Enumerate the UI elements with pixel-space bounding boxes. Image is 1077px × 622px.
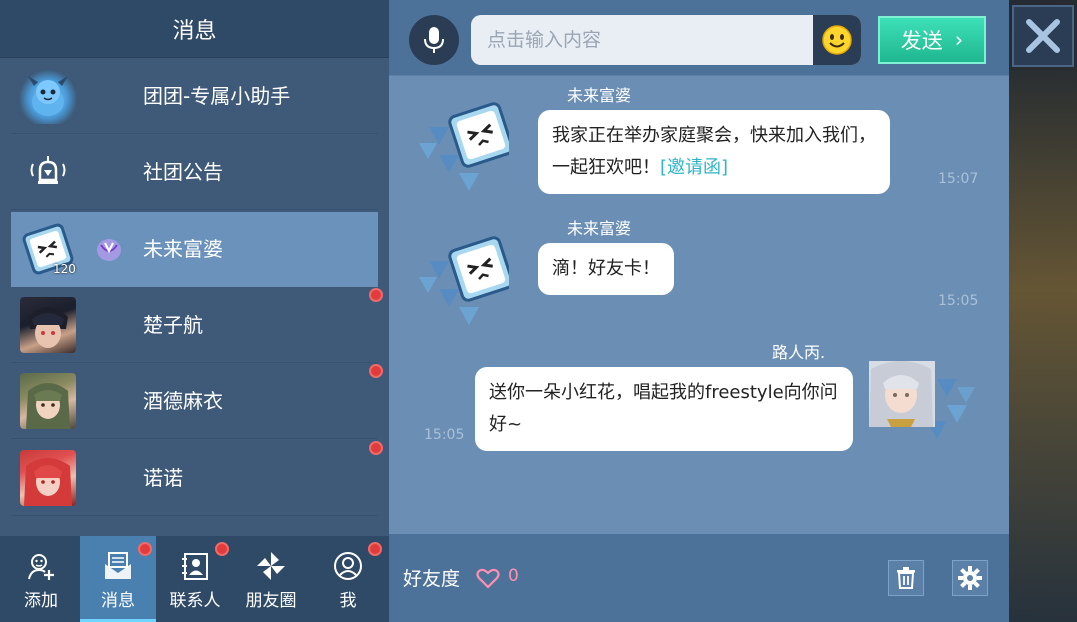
trash-icon [897, 567, 915, 589]
cube-face-avatar[interactable] [419, 95, 514, 191]
tab-label: 消息 [101, 591, 135, 611]
message-timestamp: 15:07 [938, 171, 979, 187]
message-area[interactable]: 未来富婆 我家正在举办家庭聚会，快来加入我们，一起狂欢吧！[邀请函] 15:07 [389, 77, 1009, 534]
chat-panel: 发送 › 未来富婆 我家正在举办家庭聚会，快来加入我们，一 [389, 0, 1009, 622]
close-button[interactable] [1012, 5, 1074, 67]
conversation-name: 未来富婆 [143, 237, 223, 261]
conversation-item-chuzihang[interactable]: 楚子航 [11, 288, 383, 363]
tab-moments[interactable]: 朋友圈 [233, 536, 309, 622]
send-label: 发送 [900, 29, 943, 53]
contacts-icon [182, 553, 208, 580]
close-icon [1026, 19, 1060, 53]
message-envelope-icon [105, 552, 131, 579]
friendship-label: 好友度 [403, 568, 461, 590]
unread-badge [138, 542, 152, 556]
add-friend-icon [28, 554, 54, 580]
gear-icon [958, 566, 982, 590]
message-text: 送你一朵小红花，唱起我的freestyle向你问好~ [489, 382, 838, 435]
message-bubble[interactable]: 送你一朵小红花，唱起我的freestyle向你问好~ [475, 367, 853, 451]
conversation-list[interactable]: 团团-专属小助手 社团公告 120 未来富婆 楚子航 酒德麻衣 诺诺 [0, 58, 389, 536]
conversation-name: 酒德麻衣 [143, 389, 223, 413]
chat-input-wrapper [471, 15, 861, 65]
message-timestamp: 15:05 [424, 427, 465, 443]
send-button[interactable]: 发送 › [878, 16, 986, 64]
voice-button[interactable] [409, 15, 459, 65]
conversation-item-nuonuo[interactable]: 诺诺 [11, 441, 383, 516]
emoji-button[interactable] [813, 15, 861, 65]
bell-announcement-icon [20, 144, 76, 200]
chevron-right-icon: › [954, 28, 964, 52]
tab-label: 朋友圈 [245, 591, 297, 611]
message-bubble[interactable]: 我家正在举办家庭聚会，快来加入我们，一起狂欢吧！[邀请函] [538, 110, 890, 194]
cube-face-avatar[interactable] [419, 229, 514, 325]
conversation-name: 诺诺 [143, 466, 183, 490]
settings-button[interactable] [952, 560, 988, 596]
tab-add[interactable]: 添加 [3, 536, 79, 622]
tab-messages[interactable]: 消息 [80, 536, 156, 622]
sender-name: 未来富婆 [567, 219, 632, 238]
chat-input[interactable] [471, 15, 813, 65]
conversation-item-jiudemayi[interactable]: 酒德麻衣 [11, 364, 383, 439]
level-tag: 120 [53, 262, 76, 276]
unread-badge [215, 542, 229, 556]
dark-hair-boy-avatar [20, 297, 76, 353]
tab-label: 联系人 [169, 591, 221, 611]
green-hair-girl-avatar [20, 373, 76, 429]
tab-contacts[interactable]: 联系人 [157, 536, 233, 622]
tab-label: 添加 [24, 591, 58, 611]
unread-badge [369, 364, 383, 378]
tab-label: 我 [339, 591, 357, 611]
sender-name: 未来富婆 [567, 86, 632, 105]
white-hair-girl-avatar[interactable] [867, 359, 977, 449]
conversation-item-announcement[interactable]: 社团公告 [11, 135, 378, 210]
panel-title: 消息 [0, 0, 389, 58]
friendship-value: 0 [508, 566, 519, 586]
message-text: 滴！好友卡！ [552, 258, 660, 279]
conversation-name: 楚子航 [143, 313, 203, 337]
message-bubble[interactable]: 滴！好友卡！ [538, 243, 674, 295]
conversation-panel: 消息 团团-专属小助手 社团公告 120 未来富婆 楚子航 酒德麻衣 诺诺 添加… [0, 0, 389, 622]
guild-emblem-icon [95, 237, 123, 263]
message-timestamp: 15:05 [938, 293, 979, 309]
conversation-item-assistant[interactable]: 团团-专属小助手 [11, 59, 378, 134]
delete-button[interactable] [888, 560, 924, 596]
conversation-item-active[interactable]: 120 未来富婆 [11, 212, 378, 287]
microphone-icon [424, 27, 444, 53]
pinwheel-icon [257, 552, 285, 580]
sender-name: 路人丙. [772, 343, 826, 362]
unread-badge [369, 441, 383, 455]
bottom-tab-bar: 添加 消息 联系人 朋友圈 我 [0, 536, 389, 622]
tab-me[interactable]: 我 [310, 536, 386, 622]
chat-input-bar: 发送 › [389, 0, 1009, 76]
invitation-link[interactable]: [邀请函] [660, 157, 728, 178]
heart-icon [476, 568, 500, 589]
profile-face-icon [334, 552, 362, 580]
unread-badge [369, 288, 383, 302]
unread-badge [368, 542, 382, 556]
red-hair-girl-avatar [20, 450, 76, 506]
dragon-mascot-avatar [20, 68, 76, 124]
chat-footer: 好友度 0 [389, 534, 1009, 622]
conversation-name: 社团公告 [143, 160, 223, 184]
smiley-icon [822, 25, 852, 55]
conversation-name: 团团-专属小助手 [143, 84, 291, 108]
game-scene-strip [1007, 70, 1077, 622]
